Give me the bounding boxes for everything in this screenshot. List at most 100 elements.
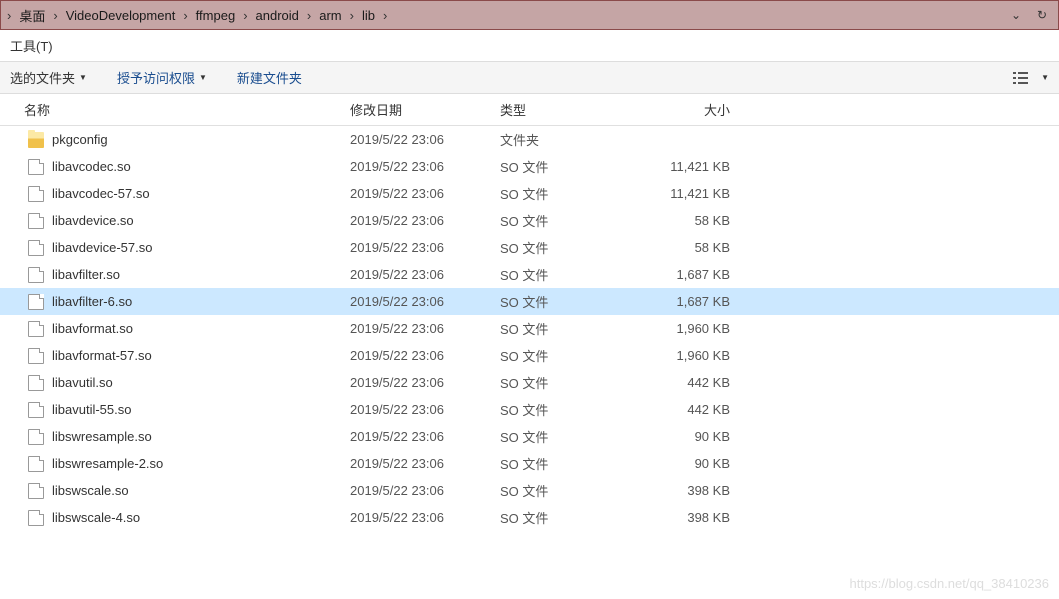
file-icon — [28, 456, 44, 472]
file-date: 2019/5/22 23:06 — [350, 132, 500, 147]
new-folder-button[interactable]: 新建文件夹 — [237, 68, 302, 87]
column-header-size[interactable]: 大小 — [650, 100, 740, 119]
chevron-right-icon: › — [241, 8, 249, 23]
file-name: libavdevice.so — [52, 213, 350, 228]
file-row[interactable]: libavutil-55.so2019/5/22 23:06SO 文件442 K… — [0, 396, 1059, 423]
file-date: 2019/5/22 23:06 — [350, 402, 500, 417]
file-date: 2019/5/22 23:06 — [350, 267, 500, 282]
address-bar: ›桌面›VideoDevelopment›ffmpeg›android›arm›… — [0, 0, 1059, 30]
file-row[interactable]: libavcodec.so2019/5/22 23:06SO 文件11,421 … — [0, 153, 1059, 180]
chevron-right-icon: › — [181, 8, 189, 23]
selected-folder-dropdown[interactable]: 选的文件夹 ▼ — [10, 68, 87, 87]
file-size: 90 KB — [650, 429, 740, 444]
file-row[interactable]: libavdevice-57.so2019/5/22 23:06SO 文件58 … — [0, 234, 1059, 261]
file-name: libavfilter-6.so — [52, 294, 350, 309]
refresh-icon[interactable]: ↻ — [1030, 4, 1054, 26]
file-name: libavfilter.so — [52, 267, 350, 282]
file-size: 1,960 KB — [650, 321, 740, 336]
folder-icon — [28, 132, 44, 148]
file-row[interactable]: libswresample-2.so2019/5/22 23:06SO 文件90… — [0, 450, 1059, 477]
file-size: 1,687 KB — [650, 294, 740, 309]
file-name: pkgconfig — [52, 132, 350, 147]
column-header-type[interactable]: 类型 — [500, 100, 650, 119]
breadcrumb-item[interactable]: lib — [356, 8, 381, 23]
file-row[interactable]: libavfilter.so2019/5/22 23:06SO 文件1,687 … — [0, 261, 1059, 288]
breadcrumb[interactable]: ›桌面›VideoDevelopment›ffmpeg›android›arm›… — [5, 6, 1004, 25]
tools-menu[interactable]: 工具(T) — [10, 39, 53, 54]
file-date: 2019/5/22 23:06 — [350, 348, 500, 363]
view-options-icon[interactable] — [1011, 69, 1033, 87]
file-date: 2019/5/22 23:06 — [350, 213, 500, 228]
chevron-down-icon[interactable]: ▼ — [1041, 73, 1049, 82]
file-date: 2019/5/22 23:06 — [350, 159, 500, 174]
file-name: libavformat-57.so — [52, 348, 350, 363]
file-type: SO 文件 — [500, 508, 650, 527]
file-type: SO 文件 — [500, 265, 650, 284]
file-size: 90 KB — [650, 456, 740, 471]
toolbar: 选的文件夹 ▼ 授予访问权限 ▼ 新建文件夹 ▼ — [0, 62, 1059, 94]
file-icon — [28, 348, 44, 364]
breadcrumb-item[interactable]: VideoDevelopment — [60, 8, 182, 23]
file-size: 58 KB — [650, 213, 740, 228]
file-name: libswresample-2.so — [52, 456, 350, 471]
file-row[interactable]: libavfilter-6.so2019/5/22 23:06SO 文件1,68… — [0, 288, 1059, 315]
file-type: SO 文件 — [500, 400, 650, 419]
file-icon — [28, 267, 44, 283]
file-icon — [28, 186, 44, 202]
file-name: libswscale-4.so — [52, 510, 350, 525]
file-list-header: 名称 修改日期 类型 大小 — [0, 94, 1059, 126]
file-type: SO 文件 — [500, 157, 650, 176]
file-size: 1,960 KB — [650, 348, 740, 363]
grant-access-label: 授予访问权限 — [117, 68, 195, 87]
file-icon — [28, 429, 44, 445]
file-row[interactable]: libswscale-4.so2019/5/22 23:06SO 文件398 K… — [0, 504, 1059, 531]
chevron-right-icon: › — [381, 8, 389, 23]
file-date: 2019/5/22 23:06 — [350, 510, 500, 525]
file-date: 2019/5/22 23:06 — [350, 375, 500, 390]
file-icon — [28, 375, 44, 391]
file-date: 2019/5/22 23:06 — [350, 186, 500, 201]
toolbar-right: ▼ — [1011, 69, 1049, 87]
file-name: libavformat.so — [52, 321, 350, 336]
file-icon — [28, 294, 44, 310]
file-type: SO 文件 — [500, 211, 650, 230]
file-name: libswscale.so — [52, 483, 350, 498]
file-size: 11,421 KB — [650, 186, 740, 201]
file-type: SO 文件 — [500, 292, 650, 311]
grant-access-dropdown[interactable]: 授予访问权限 ▼ — [117, 68, 207, 87]
file-date: 2019/5/22 23:06 — [350, 483, 500, 498]
file-size: 11,421 KB — [650, 159, 740, 174]
file-date: 2019/5/22 23:06 — [350, 240, 500, 255]
file-row[interactable]: libavcodec-57.so2019/5/22 23:06SO 文件11,4… — [0, 180, 1059, 207]
chevron-right-icon: › — [51, 8, 59, 23]
file-size: 398 KB — [650, 483, 740, 498]
file-row[interactable]: pkgconfig2019/5/22 23:06文件夹 — [0, 126, 1059, 153]
chevron-down-icon: ▼ — [199, 73, 207, 82]
file-name: libswresample.so — [52, 429, 350, 444]
breadcrumb-item[interactable]: arm — [313, 8, 347, 23]
file-row[interactable]: libswscale.so2019/5/22 23:06SO 文件398 KB — [0, 477, 1059, 504]
file-row[interactable]: libavutil.so2019/5/22 23:06SO 文件442 KB — [0, 369, 1059, 396]
file-row[interactable]: libavdevice.so2019/5/22 23:06SO 文件58 KB — [0, 207, 1059, 234]
history-dropdown-icon[interactable]: ⌄ — [1004, 4, 1028, 26]
file-name: libavdevice-57.so — [52, 240, 350, 255]
breadcrumb-item[interactable]: ffmpeg — [190, 8, 242, 23]
file-size: 58 KB — [650, 240, 740, 255]
file-icon — [28, 483, 44, 499]
breadcrumb-item[interactable]: 桌面 — [13, 6, 51, 25]
file-size: 398 KB — [650, 510, 740, 525]
breadcrumb-item[interactable]: android — [250, 8, 305, 23]
chevron-right-icon: › — [5, 8, 13, 23]
chevron-right-icon: › — [305, 8, 313, 23]
file-row[interactable]: libavformat.so2019/5/22 23:06SO 文件1,960 … — [0, 315, 1059, 342]
file-type: SO 文件 — [500, 454, 650, 473]
file-row[interactable]: libswresample.so2019/5/22 23:06SO 文件90 K… — [0, 423, 1059, 450]
column-header-date[interactable]: 修改日期 — [350, 100, 500, 119]
file-type: SO 文件 — [500, 346, 650, 365]
file-row[interactable]: libavformat-57.so2019/5/22 23:06SO 文件1,9… — [0, 342, 1059, 369]
column-header-name[interactable]: 名称 — [0, 100, 350, 119]
file-name: libavutil.so — [52, 375, 350, 390]
new-folder-label: 新建文件夹 — [237, 68, 302, 87]
file-icon — [28, 240, 44, 256]
file-type: SO 文件 — [500, 238, 650, 257]
